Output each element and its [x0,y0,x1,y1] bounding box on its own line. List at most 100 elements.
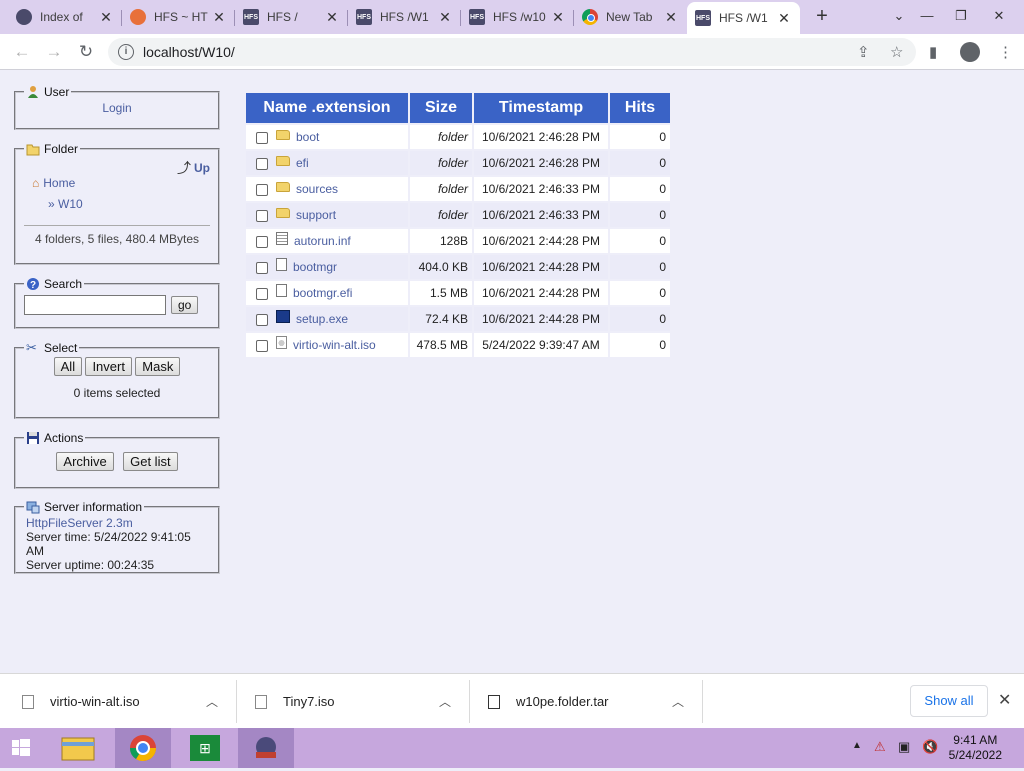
close-icon[interactable]: ✕ [98,9,114,26]
row-checkbox[interactable] [256,287,268,300]
display-icon[interactable]: ▣ [898,739,910,755]
hits-cell: 0 [610,177,670,201]
download-filename: virtio-win-alt.iso [50,694,140,709]
hfs-taskbar-button[interactable] [238,728,294,768]
download-item[interactable]: w10pe.folder.tar ︿ [488,674,698,729]
close-icon[interactable]: ✕ [663,9,679,26]
row-checkbox[interactable] [256,157,268,170]
reload-icon[interactable]: ↻ [75,42,97,62]
hits-cell: 0 [610,151,670,175]
timestamp-column-header[interactable]: Timestamp [474,93,608,123]
volume-muted-icon[interactable]: 🔇 [922,739,938,755]
show-all-button[interactable]: Show all [910,685,988,717]
row-checkbox[interactable] [256,183,268,196]
tab-hfs-ht[interactable]: HFS ~ HT ✕ [122,2,235,32]
get-list-button[interactable]: Get list [123,452,178,471]
tab-search-chevron-icon[interactable]: ⌄ [886,4,912,28]
folder-legend: Folder [44,142,79,156]
star-icon[interactable]: ☆ [890,43,903,61]
chevron-up-icon[interactable]: ︿ [672,693,684,710]
window-close-icon[interactable]: ✕ [986,4,1012,28]
row-checkbox[interactable] [256,261,268,274]
login-link[interactable]: Login [102,101,131,115]
start-button[interactable] [0,728,56,768]
close-icon[interactable]: ✕ [776,10,792,27]
invert-button[interactable]: Invert [85,357,132,376]
tab-strip: Index of ✕ HFS ~ HT ✕ HFS HFS / ✕ HFS HF… [0,0,1024,34]
tab-hfs-w10[interactable]: HFS HFS /w10 ✕ [461,2,574,32]
current-folder-link[interactable]: » W10 [48,197,83,211]
game-app-button[interactable]: ⊞ [177,728,233,768]
close-icon[interactable]: ✕ [437,9,453,26]
close-icon[interactable]: ✕ [211,9,227,26]
tab-new-tab[interactable]: New Tab ✕ [574,2,687,32]
name-column-header[interactable]: Name .extension [246,93,408,123]
close-icon[interactable]: ✕ [550,9,566,26]
file-name-link[interactable]: support [296,208,336,222]
hfs-favicon-icon: HFS [243,9,259,25]
share-icon[interactable]: ⇪ [857,43,870,61]
floppy-disk-icon [26,431,40,445]
chevron-up-icon[interactable]: ︿ [206,693,218,710]
tab-index-of[interactable]: Index of ✕ [8,2,122,32]
table-row: sources folder 10/6/2021 2:46:33 PM 0 [246,177,670,201]
menu-kebab-icon[interactable]: ⋮ [998,43,1013,61]
address-bar[interactable]: i localhost/W10/ ⇪ ☆ [108,38,916,66]
back-arrow-icon[interactable]: ← [11,42,33,62]
profile-avatar-icon[interactable] [960,42,980,62]
search-input[interactable] [24,295,166,315]
up-link-group[interactable]: ⤴ Up [177,158,210,178]
close-icon[interactable]: ✕ [324,9,340,26]
go-button[interactable]: go [171,296,199,314]
row-checkbox[interactable] [256,339,268,352]
file-explorer-button[interactable] [50,728,106,768]
row-checkbox[interactable] [256,209,268,222]
hfs-favicon-icon: HFS [695,10,711,26]
url-text[interactable]: localhost/W10/ [143,44,235,60]
chrome-taskbar-button[interactable] [115,728,171,768]
mask-button[interactable]: Mask [135,357,181,376]
hfs-version-link[interactable]: HttpFileServer 2.3m [26,516,133,530]
network-status-icon[interactable]: ⚠ [874,739,886,755]
tab-hfs-w1-active[interactable]: HFS HFS /W1 ✕ [687,2,800,34]
restore-icon[interactable]: ❐ [948,4,974,28]
row-checkbox[interactable] [256,131,268,144]
file-name-link[interactable]: setup.exe [296,312,348,326]
hits-column-header[interactable]: Hits [610,93,670,123]
search-panel: ? Search go [14,277,220,329]
tab-hfs-w1[interactable]: HFS HFS /W1 ✕ [348,2,461,32]
home-link[interactable]: Home [43,176,75,190]
info-icon[interactable]: i [118,44,134,60]
row-checkbox[interactable] [256,313,268,326]
select-all-button[interactable]: All [53,357,83,376]
page-content: User Login Folder ⤴ Up ⌂ Home » W10 4 fo… [0,71,1024,673]
tab-label: Index of [40,10,83,24]
minimize-icon[interactable]: — [914,4,940,28]
file-name-link[interactable]: bootmgr [293,260,337,274]
file-table: Name .extension Size Timestamp Hits boot… [244,91,672,359]
taskbar-clock[interactable]: 9:41 AM 5/24/2022 [949,733,1002,763]
file-name-link[interactable]: virtio-win-alt.iso [293,338,376,352]
forward-arrow-icon[interactable]: → [43,42,65,62]
download-item[interactable]: Tiny7.iso ︿ [255,674,465,729]
file-name-link[interactable]: autorun.inf [294,234,351,248]
file-name-link[interactable]: efi [296,156,309,170]
hits-cell: 0 [610,203,670,227]
download-item[interactable]: virtio-win-alt.iso ︿ [22,674,232,729]
size-column-header[interactable]: Size [410,93,472,123]
timestamp-cell: 10/6/2021 2:44:28 PM [474,307,608,331]
file-name-link[interactable]: sources [296,182,338,196]
side-panel-icon[interactable]: ▮ [929,43,937,61]
archive-button[interactable]: Archive [56,452,114,471]
name-cell: support [246,203,408,227]
up-link[interactable]: Up [194,161,210,175]
file-name-link[interactable]: boot [296,130,319,144]
user-panel: User Login [14,85,220,130]
tab-hfs-root[interactable]: HFS HFS / ✕ [235,2,348,32]
show-hidden-icons-chevron-icon[interactable]: ▲ [852,740,862,751]
chevron-up-icon[interactable]: ︿ [439,693,451,710]
file-name-link[interactable]: bootmgr.efi [293,286,352,300]
close-downloads-icon[interactable]: ✕ [998,690,1011,710]
row-checkbox[interactable] [256,235,268,248]
new-tab-button[interactable]: + [811,6,833,28]
